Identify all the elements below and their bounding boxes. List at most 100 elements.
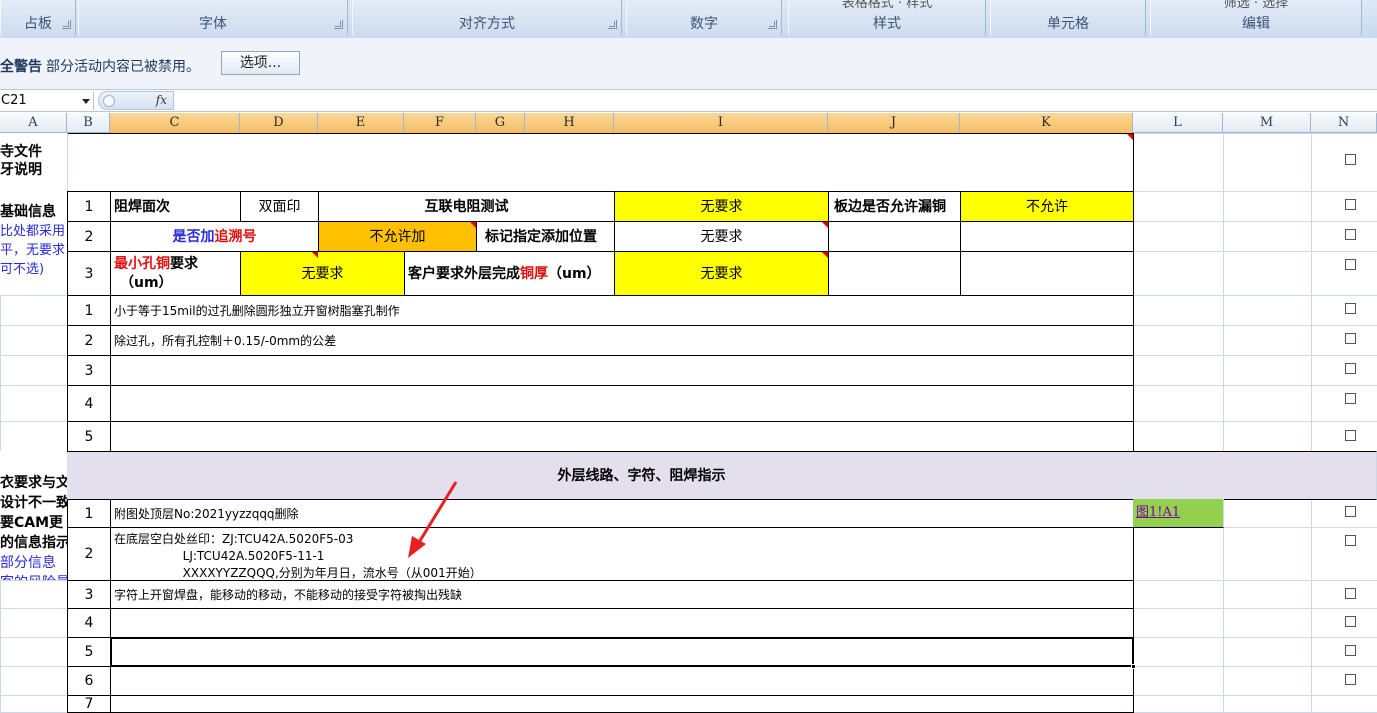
row-number[interactable]: 1 [67,191,111,222]
formula-input[interactable] [174,91,1377,110]
checkbox[interactable] [1345,199,1356,210]
row-number[interactable]: 3 [67,580,111,609]
fill-handle[interactable] [1131,664,1136,669]
requirement-text[interactable]: 小于等于15mil的过孔删除圆形独立开窗树脂塞孔制作 [110,295,1134,326]
value-edge-copper[interactable]: 不允许 [960,191,1134,222]
outer-layer-header[interactable]: 外层线路、字符、阻焊指示 [67,451,1377,500]
requirement-text[interactable]: 除过孔，所有孔控制＋0.15/-0mm的公差 [110,325,1134,356]
column-header-d[interactable]: D [240,113,318,133]
label-edge-copper[interactable]: 板边是否允许漏铜 [828,191,961,222]
instruction-text[interactable]: 字符上开窗焊盘，能移动的移动，不能移动的接受字符被掏出残缺 [110,580,1134,609]
instruction-cell-empty[interactable] [67,133,1134,192]
row-number[interactable]: 5 [67,421,111,452]
name-box[interactable]: C21 [0,91,94,110]
row-number[interactable]: 1 [67,295,111,326]
value-solder-mask-side[interactable]: 双面印 [240,191,319,222]
value-traceability[interactable]: 不允许加 [318,221,477,252]
value-mark-position[interactable]: 无要求 [614,221,829,252]
section-label-basic[interactable]: 基础信息 比处都采用 平，无要求 可不选) [0,191,68,296]
comment-indicator[interactable] [822,222,828,228]
checkbox[interactable] [1345,393,1356,404]
instruction-text[interactable] [110,666,1134,696]
checkbox[interactable] [1345,259,1356,270]
ribbon-group-styles-commands[interactable]: 表格格式 · 样式 [789,0,985,11]
row-number[interactable]: 2 [67,221,111,252]
dialog-launcher-icon[interactable] [62,20,71,29]
value-min-hole-copper[interactable]: 无要求 [240,251,405,296]
row-number[interactable]: 2 [67,527,111,581]
column-header-l[interactable]: L [1133,113,1223,133]
checkbox[interactable] [1345,588,1356,599]
checkbox[interactable] [1345,363,1356,374]
ribbon-group-edit-commands[interactable]: 筛选 · 选择 [1151,0,1361,11]
row-number[interactable]: 5 [67,637,111,667]
requirement-text[interactable] [110,421,1134,452]
value-outer-copper[interactable]: 无要求 [614,251,829,296]
worksheet-grid[interactable]: 寺文件 牙说明 基础信息 比处都采用 平，无要求 可不选) 衣要求与文 设计不一致 要CAM更的… [0,133,1377,713]
section-label-file[interactable]: 寺文件 牙说明 [0,133,68,192]
label-outer-copper[interactable]: 客户要求外层完成铜厚（um） [404,251,615,296]
row-number[interactable]: 4 [67,385,111,422]
dialog-launcher-icon[interactable] [768,20,777,29]
row-number[interactable]: 3 [67,251,111,296]
cell-empty[interactable] [828,221,961,252]
column-header-c[interactable]: C [110,113,240,133]
column-header-g[interactable]: G [476,113,525,133]
instruction-text[interactable]: 在底层空白处丝印：ZJ:TCU42A.5020F5-03 LJ:TCU42A.5… [110,527,1134,581]
comment-indicator[interactable] [1127,134,1133,140]
checkbox[interactable] [1345,674,1356,685]
instruction-text[interactable]: 附图处顶层No:2021yyzzqqq删除 [110,499,1134,528]
active-cell[interactable] [110,637,1134,667]
cell-empty[interactable] [960,251,1134,296]
row-number[interactable]: 4 [67,608,111,638]
checkbox[interactable] [1345,645,1356,656]
label-interconnect-resistance[interactable]: 互联电阻测试 [318,191,615,222]
row-number[interactable]: 7 [67,695,111,713]
cell-empty[interactable] [960,221,1134,252]
row-number[interactable]: 2 [67,325,111,356]
comment-indicator[interactable] [470,222,476,228]
instruction-text[interactable] [110,695,1134,713]
label-solder-mask-side[interactable]: 阻焊面次 [110,191,241,222]
checkbox[interactable] [1345,506,1356,517]
hyperlink-cell[interactable]: 图1!A1 [1133,499,1224,528]
comment-indicator[interactable] [822,252,828,258]
column-header-m[interactable]: M [1223,113,1311,133]
insert-function-icon[interactable]: fx [156,93,167,107]
instruction-text[interactable] [110,608,1134,638]
requirement-text[interactable] [110,385,1134,422]
cell-empty[interactable] [828,251,961,296]
row-number[interactable]: 6 [67,666,111,696]
label-mark-position[interactable]: 标记指定添加位置 [476,221,615,252]
column-header-j[interactable]: J [828,113,960,133]
column-header-b[interactable]: B [67,113,110,133]
column-header-k[interactable]: K [960,113,1133,133]
options-button[interactable]: 选项... [221,51,300,75]
dialog-launcher-icon[interactable] [608,20,617,29]
checkbox[interactable] [1345,333,1356,344]
column-header-f[interactable]: F [404,113,476,133]
column-header-i[interactable]: I [614,113,828,133]
column-header-a[interactable]: A [0,113,67,133]
dialog-launcher-icon[interactable] [334,20,343,29]
resize-handle[interactable] [103,95,115,107]
section-label-outer[interactable]: 衣要求与文设计不一致要CAM更的信息指示部分信息客的风险最高) [0,451,68,581]
checkbox[interactable] [1345,430,1356,441]
column-header-e[interactable]: E [318,113,404,133]
checkbox[interactable] [1345,303,1356,314]
checkbox[interactable] [1345,535,1356,546]
checkbox[interactable] [1345,616,1356,627]
comment-indicator[interactable] [312,252,318,258]
label-traceability[interactable]: 是否加追溯号 [110,221,319,252]
checkbox[interactable] [1345,229,1356,240]
chevron-down-icon[interactable] [82,99,90,104]
label-min-hole-copper[interactable]: 最小孔铜要求 （um） [110,251,241,296]
column-header-h[interactable]: H [525,113,614,133]
row-number[interactable]: 1 [67,499,111,528]
hyperlink[interactable]: 图1!A1 [1136,505,1180,520]
row-number[interactable]: 3 [67,355,111,386]
column-header-n[interactable]: N [1311,113,1377,133]
checkbox[interactable] [1345,154,1356,165]
value-interconnect-resistance[interactable]: 无要求 [614,191,829,222]
requirement-text[interactable] [110,355,1134,386]
